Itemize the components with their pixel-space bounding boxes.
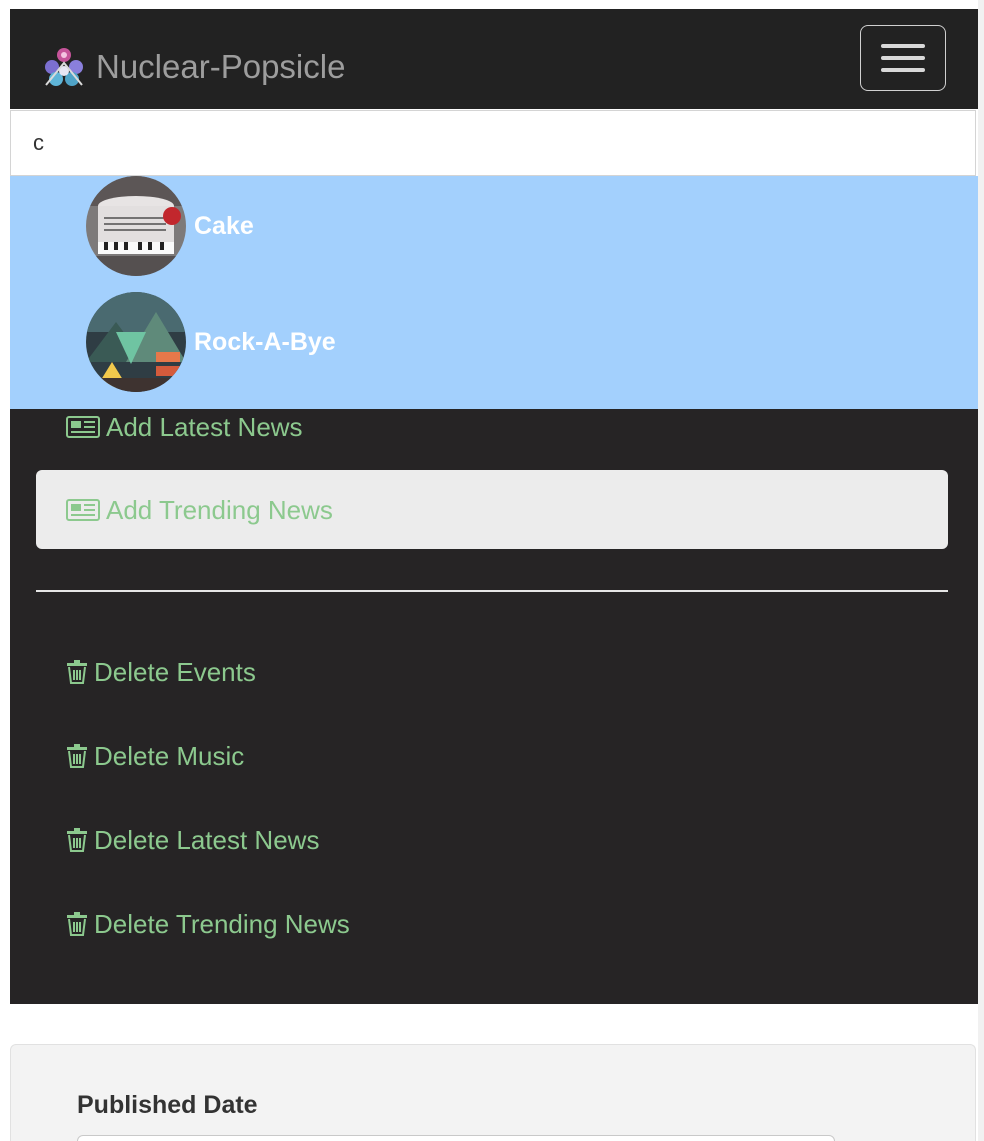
navbar-menu: Add Latest News Add Trending News Delete… bbox=[10, 409, 978, 1004]
search-results-dropdown: Cake Rock-A-Bye bbox=[10, 176, 978, 409]
menu-divider bbox=[36, 590, 948, 592]
page: Nuclear-Popsicle c Cake Rock-A-Bye Add L… bbox=[0, 0, 984, 1141]
cake-avatar bbox=[86, 176, 186, 276]
search-result-name: Cake bbox=[194, 211, 254, 240]
trash-icon bbox=[67, 828, 87, 852]
menu-item-label: Add Trending News bbox=[106, 494, 333, 525]
newspaper-icon bbox=[66, 499, 100, 521]
hamburger-menu-icon-bar bbox=[881, 56, 925, 60]
atom-cluster-logo-icon bbox=[45, 48, 83, 86]
add-latest-news-link[interactable]: Add Latest News bbox=[66, 410, 303, 444]
menu-item-label: Delete Events bbox=[94, 656, 256, 687]
search-input[interactable] bbox=[10, 110, 976, 176]
published-date-label: Published Date bbox=[77, 1091, 258, 1119]
page-scrollbar[interactable] bbox=[978, 0, 984, 1141]
search-result-item[interactable]: Rock-A-Bye bbox=[86, 292, 336, 392]
delete-events-link[interactable]: Delete Events bbox=[66, 655, 256, 689]
form-panel: Published Date bbox=[10, 1044, 976, 1141]
rock-a-bye-avatar bbox=[86, 292, 186, 392]
delete-latest-news-link[interactable]: Delete Latest News bbox=[66, 823, 319, 857]
navbar-toggle-button[interactable] bbox=[860, 25, 946, 91]
trash-icon bbox=[67, 912, 87, 936]
menu-item-label: Add Latest News bbox=[106, 411, 303, 442]
menu-item-label: Delete Latest News bbox=[94, 824, 320, 855]
hamburger-menu-icon bbox=[881, 44, 925, 48]
published-date-input[interactable] bbox=[77, 1135, 835, 1141]
delete-music-link[interactable]: Delete Music bbox=[66, 739, 244, 773]
trash-icon bbox=[67, 660, 87, 684]
trash-icon bbox=[67, 744, 87, 768]
menu-item-label: Delete Music bbox=[94, 740, 245, 771]
add-trending-news-link[interactable]: Add Trending News bbox=[66, 493, 333, 527]
hamburger-menu-icon-bar bbox=[881, 68, 925, 72]
search-result-item[interactable]: Cake bbox=[86, 176, 254, 276]
brand-link[interactable]: Nuclear-Popsicle bbox=[40, 45, 345, 89]
newspaper-icon bbox=[66, 416, 100, 438]
brand-name: Nuclear-Popsicle bbox=[96, 48, 346, 85]
menu-item-label: Delete Trending News bbox=[94, 908, 350, 939]
search-result-name: Rock-A-Bye bbox=[194, 327, 336, 356]
navbar: Nuclear-Popsicle bbox=[10, 9, 978, 109]
delete-trending-news-link[interactable]: Delete Trending News bbox=[66, 907, 350, 941]
